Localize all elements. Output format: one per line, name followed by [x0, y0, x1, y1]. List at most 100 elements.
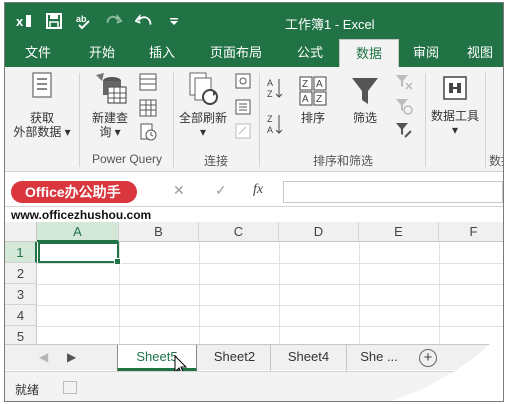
refresh-all-label-1: 全部刷新	[178, 111, 227, 125]
connections-icon[interactable]	[235, 73, 251, 89]
advanced-filter-icon[interactable]	[395, 121, 413, 139]
select-all-corner[interactable]	[5, 222, 37, 242]
sheet-nav-prev-icon[interactable]: ◀	[39, 350, 48, 364]
sort-label: 排序	[300, 111, 325, 125]
gridline	[199, 242, 200, 344]
tab-view[interactable]: 视图	[457, 39, 503, 67]
insert-function-icon[interactable]: fx	[253, 182, 263, 198]
sort-ascending-icon[interactable]: AZ	[267, 77, 283, 99]
customize-qat-icon[interactable]	[165, 11, 183, 31]
tab-home[interactable]: 开始	[79, 39, 125, 67]
new-query-button[interactable]: 新建查 询 ▾	[85, 71, 135, 139]
gridline	[37, 284, 503, 285]
save-icon[interactable]	[45, 11, 63, 31]
gridline	[439, 242, 440, 344]
data-tools-button[interactable]: 数据工具 ▾	[427, 73, 483, 137]
filter-label: 筛选	[352, 111, 377, 125]
edit-links-icon[interactable]	[235, 123, 251, 139]
row-header-1[interactable]: 1	[5, 242, 37, 263]
macro-record-icon[interactable]	[63, 381, 77, 394]
group-separator	[485, 73, 486, 167]
cancel-icon[interactable]: ✕	[173, 182, 185, 199]
tab-data[interactable]: 数据	[339, 39, 399, 67]
excel-window: x ab 工作簿1 - Excel 文件 开始 插入 页面布局 公式 数据 审阅…	[4, 2, 504, 402]
title-bar: x ab 工作簿1 - Excel	[5, 3, 503, 39]
tab-review[interactable]: 审阅	[403, 39, 449, 67]
new-query-label-2: 询 ▾	[99, 125, 121, 139]
status-ready: 就绪	[15, 383, 40, 397]
gridline	[37, 263, 503, 264]
tab-page-layout[interactable]: 页面布局	[201, 39, 271, 67]
sheet-nav-next-icon[interactable]: ▶	[67, 350, 76, 364]
column-header-f[interactable]: F	[439, 222, 503, 242]
undo-icon[interactable]	[135, 11, 153, 31]
redo-icon[interactable]	[105, 11, 123, 31]
recent-sources-icon[interactable]	[139, 123, 157, 141]
show-queries-icon[interactable]	[139, 73, 157, 91]
from-table-icon[interactable]	[139, 99, 157, 117]
group-separator	[173, 73, 174, 167]
active-cell-a1[interactable]	[38, 242, 121, 265]
sheet-tab-sheet4[interactable]: Sheet4	[271, 345, 347, 371]
group-label-connections: 连接	[203, 154, 228, 168]
formula-input[interactable]	[283, 181, 503, 203]
svg-text:ab: ab	[76, 14, 87, 24]
group-separator	[425, 73, 426, 167]
sort-button[interactable]: Z A A Z 排序	[293, 75, 333, 125]
data-tools-icon	[443, 76, 467, 100]
gridline	[279, 242, 280, 344]
svg-text:Z: Z	[267, 114, 273, 124]
column-header-d[interactable]: D	[279, 222, 359, 242]
column-header-e[interactable]: E	[359, 222, 439, 242]
row-header-3[interactable]: 3	[5, 284, 37, 305]
group-label-sort-filter: 排序和筛选	[312, 154, 373, 168]
svg-text:A: A	[302, 94, 309, 105]
filter-icon	[352, 78, 378, 104]
data-tools-label-2: ▾	[451, 123, 459, 137]
column-header-a[interactable]: A	[37, 222, 119, 242]
get-external-data-label-1: 获取	[29, 111, 54, 125]
clear-filter-icon[interactable]	[395, 73, 413, 91]
row-header-2[interactable]: 2	[5, 263, 37, 284]
window-title: 工作簿1 - Excel	[285, 17, 375, 32]
sort-descending-icon[interactable]: ZA	[267, 113, 283, 135]
quick-access-toolbar: x ab	[15, 10, 183, 32]
torn-corner-decoration	[393, 331, 503, 401]
new-query-label-1: 新建查	[91, 111, 128, 125]
tab-formulas[interactable]: 公式	[285, 39, 335, 67]
sheet-tab-sheet2[interactable]: Sheet2	[199, 345, 271, 371]
svg-text:Z: Z	[267, 89, 273, 99]
ribbon: 获取 外部数据 ▾ 新建查 询 ▾ Power Query 全部刷新 ▾ 连接 …	[5, 67, 503, 172]
get-external-data-label-2: 外部数据 ▾	[13, 125, 71, 139]
filter-button[interactable]: 筛选	[343, 75, 387, 125]
tab-file[interactable]: 文件	[15, 39, 61, 67]
excel-icon[interactable]: x	[15, 11, 33, 31]
column-header-b[interactable]: B	[119, 222, 199, 242]
get-external-data-button[interactable]: 获取 外部数据 ▾	[9, 71, 75, 139]
gridline	[359, 242, 360, 344]
spell-check-icon[interactable]: ab	[75, 11, 93, 31]
svg-text:A: A	[267, 78, 273, 88]
refresh-all-label-2: ▾	[199, 125, 207, 139]
refresh-all-button[interactable]: 全部刷新 ▾	[175, 71, 231, 139]
enter-icon[interactable]: ✓	[215, 182, 227, 199]
properties-icon[interactable]	[235, 99, 251, 115]
svg-text:Z: Z	[316, 94, 322, 105]
group-label-power-query: Power Query	[91, 152, 163, 166]
group-label-truncated: 数据	[489, 154, 503, 168]
svg-text:A: A	[267, 125, 273, 135]
ribbon-tabs: 文件 开始 插入 页面布局 公式 数据 审阅 视图	[5, 39, 503, 67]
row-header-4[interactable]: 4	[5, 305, 37, 326]
new-query-icon	[96, 73, 127, 104]
tab-insert[interactable]: 插入	[139, 39, 185, 67]
svg-text:Z: Z	[302, 79, 308, 90]
formula-bar: Office办公助手 ✕ ✓ fx	[5, 173, 503, 207]
group-separator	[259, 73, 260, 167]
column-header-c[interactable]: C	[199, 222, 279, 242]
gridline	[37, 305, 503, 306]
gridline	[37, 326, 503, 327]
get-external-data-icon	[32, 72, 52, 98]
watermark-text: www.officezhushou.com	[11, 208, 152, 222]
name-box[interactable]: Office办公助手	[11, 181, 137, 203]
reapply-filter-icon[interactable]	[395, 97, 413, 115]
